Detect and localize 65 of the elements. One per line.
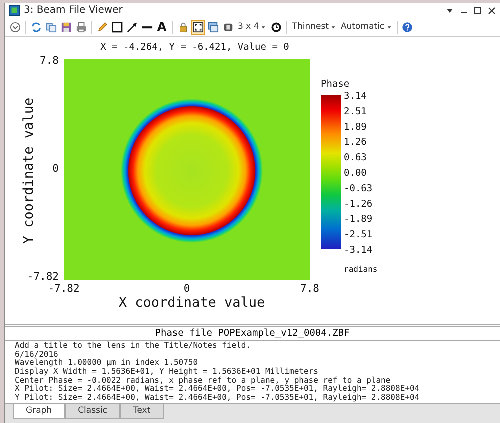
save-icon: [60, 22, 72, 33]
clock-icon: [270, 22, 282, 33]
fit-icon: [192, 22, 204, 33]
note-line: Display X Width = 1.5636E+01, Y Height = 1.5636E+01 Millimeters: [15, 368, 320, 376]
tab[interactable]: Text: [120, 404, 164, 420]
dropdown-button[interactable]: 3 x 4: [236, 22, 268, 32]
expand-button[interactable]: [8, 20, 22, 35]
app-icon: [9, 5, 20, 16]
refresh-button[interactable]: [29, 20, 43, 35]
rectangle-icon: [112, 22, 122, 33]
help-button[interactable]: [400, 20, 415, 35]
note-line: Center Phase = -0.0022 radians, x phase ref to a plane, y phase ref to a plane: [15, 376, 392, 385]
y-tick-label: -7.82: [27, 271, 59, 284]
fit-button[interactable]: [191, 20, 205, 35]
cursor-readout: X = -4.264, Y = -6.421, Value = 0: [100, 42, 290, 54]
colorbar-title: Phase: [321, 79, 350, 90]
dropdown-button[interactable]: Automatic: [338, 22, 394, 32]
expand-icon: [10, 22, 20, 33]
tab[interactable]: Graph: [13, 404, 66, 420]
note-line: 6/16/2016: [15, 350, 58, 359]
note-line: Y Pilot: Size= 2.4664E+00, Waist= 2.4664E+00, Pos= -7.0535E+01, Rayleigh= 2.8808E+04: [15, 394, 421, 402]
y-tick-label: 7.8: [40, 55, 59, 68]
colorbar-tick-label: -3.14: [344, 245, 373, 256]
colorbar-tick-label: -2.51: [344, 230, 373, 241]
window-title: 3: Beam File Viewer: [24, 5, 123, 16]
x-axis-label: X coordinate value: [118, 295, 266, 312]
caret-icon: [386, 24, 392, 30]
caret-icon: [261, 24, 266, 30]
text-tool-button[interactable]: A: [155, 20, 169, 35]
close-icon[interactable]: [488, 6, 496, 15]
windows-icon: [208, 22, 218, 33]
colorbar-unit: radians: [344, 265, 378, 274]
caret-icon: [330, 24, 336, 30]
note-line: Add a title to the lens in the Title/Notes field.: [15, 342, 252, 351]
colorbar-tick-label: 0.00: [344, 168, 367, 180]
colorbar-tick-label: -0.63: [344, 184, 373, 195]
dropdown-button[interactable]: Thinnest: [290, 22, 338, 32]
tab[interactable]: Classic: [65, 404, 120, 420]
pencil-icon: [96, 22, 108, 33]
dropdown-caret-icon[interactable]: [446, 6, 454, 15]
y-axis-label: Y coordinate value: [21, 98, 37, 244]
note-line: X Pilot: Size= 2.4664E+00, Waist= 2.4664E+00, Pos= -7.0535E+01, Rayleigh= 2.8808E+04: [15, 385, 421, 394]
windows-button[interactable]: [206, 20, 220, 35]
x-tick-label: 7.8: [300, 283, 320, 296]
y-tick-label: 0: [52, 163, 59, 176]
copy-icon: [46, 22, 56, 33]
colorbar-tick-label: 0.63: [344, 152, 367, 164]
colorbar-tick-label: 1.89: [344, 122, 367, 134]
arrow-icon: [126, 22, 138, 33]
refresh-icon: [30, 22, 42, 33]
print-icon: [76, 22, 86, 33]
colorbar-tick-label: 2.51: [344, 106, 367, 118]
colorbar-tick-label: 3.14: [344, 91, 367, 102]
rectangle-button[interactable]: [110, 20, 124, 35]
maximize-icon[interactable]: [474, 6, 482, 15]
colorbar-tick-label: 1.26: [344, 137, 367, 148]
x-tick-label: 0: [184, 283, 190, 296]
x-tick-label: -7.82: [48, 283, 80, 296]
colorbar-tick-label: -1.26: [344, 199, 373, 210]
print-button[interactable]: [74, 20, 88, 35]
colorbar-tick-label: -1.89: [344, 214, 373, 226]
help-icon: [402, 22, 414, 33]
lock-icon: [178, 22, 188, 33]
caption: Phase file POPExample_v12_0004.ZBF: [5, 326, 500, 342]
note-line: Wavelength 1.00000 µm in index 1.50750: [15, 359, 200, 368]
